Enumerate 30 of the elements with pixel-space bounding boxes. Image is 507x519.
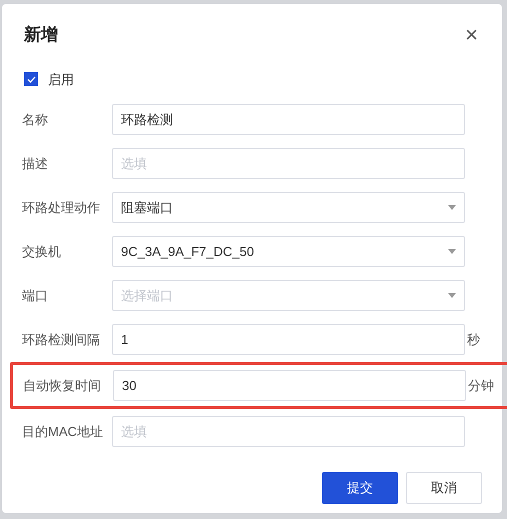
caret-icon (448, 249, 456, 254)
field-label: 目的MAC地址 (22, 422, 104, 441)
select-value: 9C_3A_9A_F7_DC_50 (121, 242, 254, 261)
field-label: 环路处理动作 (22, 198, 101, 217)
submit-button[interactable]: 提交 (322, 472, 398, 504)
check-icon (26, 76, 36, 83)
checkbox[interactable] (24, 72, 38, 86)
dialog-title: 新增 (24, 24, 58, 46)
field-label: 端口 (22, 286, 49, 305)
field-label: 描述 (22, 154, 49, 173)
select-field[interactable]: 9C_3A_9A_F7_DC_50 (112, 236, 465, 267)
field-label: 环路检测间隔 (22, 330, 101, 349)
field-label: 自动恢复时间 (23, 376, 102, 395)
caret-icon (448, 205, 456, 210)
close-button[interactable]: × (465, 24, 478, 46)
field-label: 名称 (22, 110, 49, 129)
select-field[interactable]: 阻塞端口 (112, 192, 465, 223)
input-field[interactable]: 选填 (112, 416, 465, 447)
select-value: 阻塞端口 (121, 198, 173, 217)
input-field[interactable]: 30 (113, 370, 466, 401)
cancel-button[interactable]: 取消 (406, 472, 482, 504)
field-label: 交换机 (22, 242, 62, 261)
input-field[interactable]: 1 (112, 324, 465, 355)
input-field[interactable]: 选填 (112, 148, 465, 179)
checkbox-label: 启用 (48, 70, 74, 88)
select-placeholder: 选择端口 (121, 286, 173, 305)
input-field[interactable]: 环路检测 (112, 104, 465, 135)
unit-label: 分钟 (468, 376, 494, 395)
caret-icon (448, 293, 456, 298)
unit-label: 秒 (467, 330, 480, 349)
